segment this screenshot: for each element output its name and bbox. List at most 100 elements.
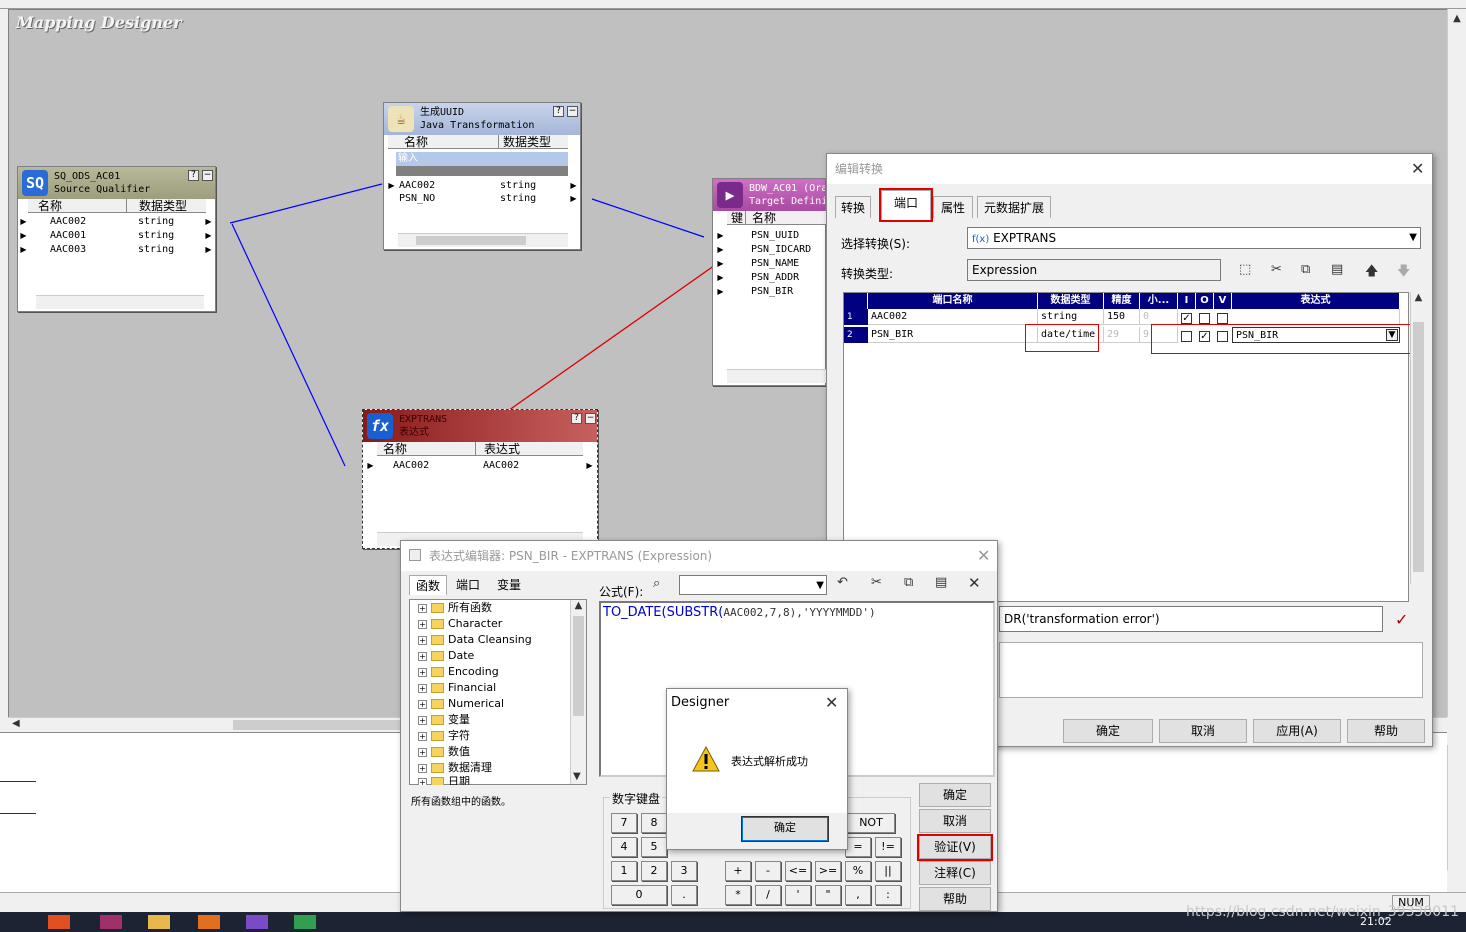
move-down-icon[interactable]: 🡇 — [1397, 262, 1410, 284]
output-vertical-scrollbar[interactable] — [1447, 745, 1466, 870]
java-row-name[interactable]: PSN_NO — [399, 192, 435, 206]
key-7[interactable]: 7 — [611, 813, 637, 833]
sq-help-icon[interactable]: ? — [188, 170, 199, 181]
sq-hscroll[interactable] — [36, 295, 204, 309]
tree-item-all-functions[interactable]: + 所有函数 — [418, 600, 492, 616]
key-single-quote[interactable]: ' — [785, 885, 811, 905]
exp-row-name[interactable]: AAC002 — [393, 459, 429, 473]
tree-item-data-cleansing[interactable]: + Data Cleansing — [418, 632, 532, 648]
tab-transform[interactable]: 转换 — [835, 196, 871, 218]
new-port-icon[interactable]: ⬚ — [1239, 262, 1251, 277]
taskbar-app-icon[interactable] — [246, 915, 268, 929]
target-definition-node[interactable]: ▶ BDW_AC01 (Ora Target Defini 键 名称 PSN_U… — [712, 178, 827, 386]
target-row-name[interactable]: PSN_ADDR — [751, 271, 799, 285]
key-plus[interactable]: + — [725, 861, 751, 881]
tree-scrollbar[interactable]: ▲ ▼ — [570, 600, 586, 784]
sq-minimize-icon[interactable]: − — [202, 170, 213, 181]
key-double-quote[interactable]: " — [815, 885, 841, 905]
key-5[interactable]: 5 — [641, 837, 667, 857]
grid-header-scale[interactable]: 小... — [1140, 293, 1178, 309]
expand-icon[interactable]: + — [418, 635, 427, 645]
data-type-cell[interactable]: string — [1038, 309, 1104, 325]
key-not[interactable]: NOT — [847, 813, 895, 833]
sq-row-name[interactable]: AAC002 — [50, 215, 86, 229]
cancel-button[interactable]: 取消 — [919, 809, 991, 833]
exp-node-header[interactable]: fx EXPTRANS 表达式 ? − — [363, 410, 597, 442]
tree-item-variables[interactable]: + 变量 — [418, 712, 470, 728]
tree-item-numerical[interactable]: + Numerical — [418, 696, 504, 712]
expand-icon[interactable]: + — [418, 683, 427, 693]
tree-item-string[interactable]: + 字符 — [418, 728, 470, 744]
formula-text[interactable]: TO_DATE(SUBSTR(AAC002,7,8),'YYYYMMDD') — [603, 605, 876, 620]
select-transform-dropdown[interactable]: f(x) EXPTRANS ▼ — [967, 227, 1421, 249]
grid-header-data-type[interactable]: 数据类型 — [1038, 293, 1104, 309]
tab-metadata-extensions[interactable]: 元数据扩展 — [977, 196, 1051, 218]
row-number[interactable]: 2 — [844, 327, 868, 343]
input-checkbox[interactable]: ✓ — [1181, 313, 1192, 324]
folder-icon[interactable] — [148, 915, 170, 929]
help-button[interactable]: 帮助 — [919, 887, 991, 911]
key-0[interactable]: 0 — [611, 885, 667, 905]
expression-cell[interactable] — [1232, 309, 1400, 325]
comment-button[interactable]: 注释(C) — [919, 861, 991, 885]
tree-item-date[interactable]: + Date — [418, 648, 474, 664]
scroll-thumb[interactable] — [416, 236, 526, 245]
comment-area[interactable] — [999, 642, 1423, 698]
ok-button[interactable]: 确定 — [919, 783, 991, 807]
key-less-equal[interactable]: <= — [785, 861, 811, 881]
move-up-icon[interactable]: 🡅 — [1365, 262, 1378, 284]
grid-header-variable[interactable]: V — [1214, 293, 1232, 309]
tree-item-character[interactable]: + Character — [418, 616, 502, 632]
scroll-up-icon[interactable]: ▲ — [571, 600, 586, 611]
message-ok-button[interactable]: 确定 — [741, 816, 829, 842]
find-icon[interactable]: ⌕ — [653, 576, 660, 591]
chevron-down-icon[interactable]: ▼ — [1409, 228, 1417, 248]
target-row-name[interactable]: PSN_IDCARD — [751, 243, 811, 257]
key-not-equals[interactable]: != — [875, 837, 901, 857]
taskbar-app-icon[interactable] — [198, 915, 220, 929]
paste-icon[interactable]: ▤ — [935, 575, 947, 590]
grid-header-port-name[interactable]: 端口名称 — [868, 293, 1038, 309]
port-name-cell[interactable]: PSN_BIR — [868, 327, 1038, 343]
key-3[interactable]: 3 — [671, 861, 697, 881]
key-percent[interactable]: % — [845, 861, 871, 881]
expression-node[interactable]: fx EXPTRANS 表达式 ? − 名称 表达式 AAC002 AAC002… — [362, 409, 598, 549]
key-multiply[interactable]: * — [725, 885, 751, 905]
tab-properties[interactable]: 属性 — [933, 196, 973, 218]
tree-item-numeric[interactable]: + 数值 — [418, 744, 470, 760]
sq-node-header[interactable]: SQ SQ_ODS_AC01 Source Qualifier ? − — [18, 167, 215, 199]
scroll-down-icon[interactable]: ▼ — [573, 771, 581, 782]
checkmark-icon[interactable]: ✓ — [1395, 610, 1408, 629]
java-node-header[interactable]: ☕ 生成UUID Java Transformation ? − — [384, 103, 580, 135]
delete-icon[interactable]: ✕ — [968, 574, 981, 592]
scroll-thumb[interactable] — [573, 616, 584, 716]
output-checkbox[interactable] — [1199, 313, 1210, 324]
java-minimize-icon[interactable]: − — [567, 106, 578, 117]
precision-cell[interactable]: 29 — [1104, 327, 1140, 343]
scroll-up-icon[interactable]: ▲ — [1411, 292, 1426, 303]
target-row-name[interactable]: PSN_NAME — [751, 257, 799, 271]
chevron-down-icon[interactable]: ▼ — [816, 576, 824, 596]
ok-button[interactable]: 确定 — [1063, 719, 1153, 743]
row-number[interactable]: 1 — [844, 309, 868, 325]
key-minus[interactable]: - — [755, 861, 781, 881]
expand-icon[interactable]: + — [418, 715, 427, 725]
expand-icon[interactable]: + — [418, 651, 427, 661]
sq-row-name[interactable]: AAC001 — [50, 229, 86, 243]
key-4[interactable]: 4 — [611, 837, 637, 857]
tab-functions[interactable]: 函数 — [409, 575, 447, 595]
grid-header-expression[interactable]: 表达式 — [1232, 293, 1400, 309]
key-greater-equal[interactable]: >= — [815, 861, 841, 881]
tree-item-dates[interactable]: + 日期 — [418, 774, 470, 785]
taskbar-app-icon[interactable] — [100, 915, 122, 929]
variable-checkbox[interactable] — [1217, 313, 1228, 324]
scale-cell[interactable]: 0 — [1140, 309, 1178, 325]
expand-icon[interactable]: + — [418, 763, 427, 773]
copy-icon[interactable]: ⧉ — [904, 575, 913, 590]
target-row-name[interactable]: PSN_BIR — [751, 285, 793, 299]
source-qualifier-node[interactable]: SQ SQ_ODS_AC01 Source Qualifier ? − 名称 数… — [17, 166, 216, 312]
key-colon[interactable]: : — [875, 885, 901, 905]
expand-icon[interactable]: + — [418, 667, 427, 677]
java-row-name[interactable]: AAC002 — [399, 179, 435, 193]
copy-icon[interactable]: ⧉ — [1301, 262, 1310, 277]
